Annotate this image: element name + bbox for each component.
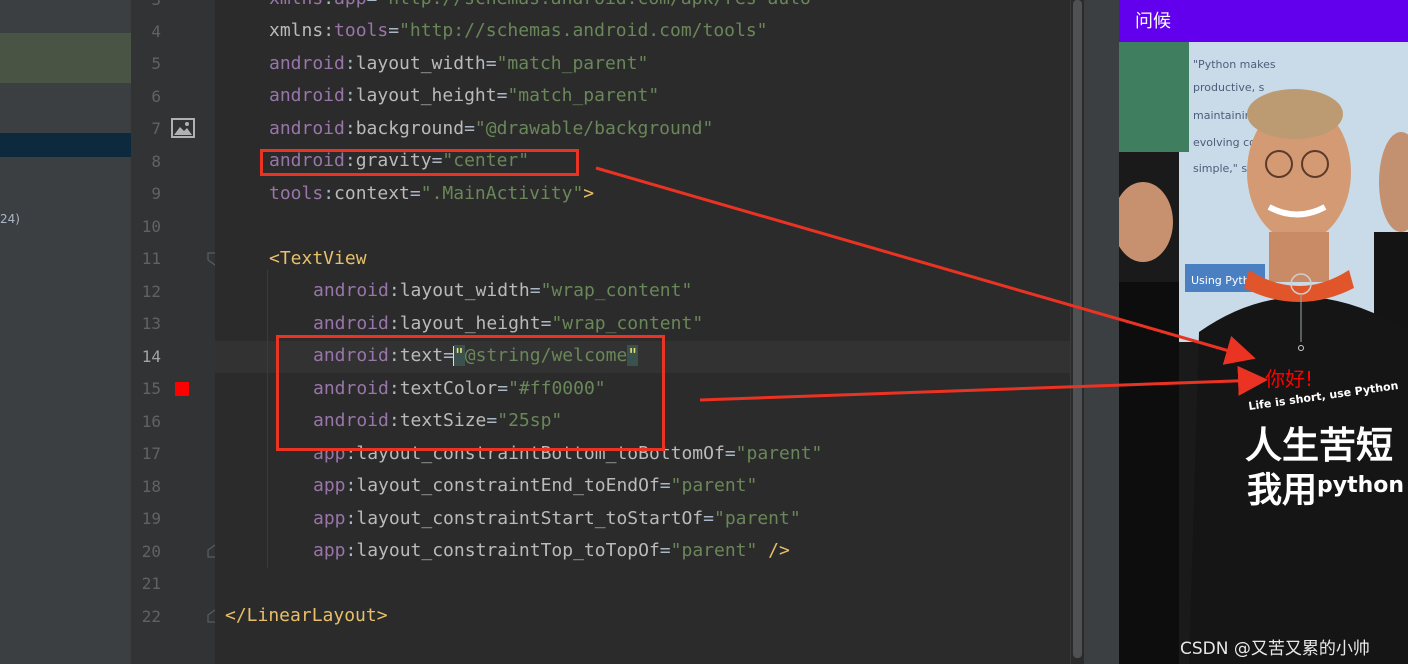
annotation-box-textview — [276, 335, 665, 451]
code-line: android:layout_height="match_parent" — [269, 85, 660, 106]
line-number: 8 — [151, 152, 161, 171]
code-line: app:layout_constraintEnd_toEndOf="parent… — [313, 475, 758, 496]
svg-text:productive, s: productive, s — [1193, 81, 1265, 94]
app-title: 问候 — [1135, 11, 1171, 32]
app-action-bar: 问候 — [1119, 0, 1408, 42]
color-swatch-icon[interactable] — [175, 382, 189, 396]
line-number: 20 — [141, 542, 161, 561]
line-number: 5 — [151, 54, 161, 73]
line-number: 15 — [141, 379, 161, 398]
line-number: 13 — [141, 314, 161, 333]
line-number: 10 — [141, 217, 161, 236]
code-line: android:layout_width="wrap_content" — [313, 280, 693, 301]
line-number: 17 — [141, 444, 161, 463]
code-line: <TextView — [269, 248, 367, 269]
svg-text:我用: 我用 — [1247, 471, 1317, 511]
line-number: 6 — [151, 87, 161, 106]
panel-fragment-text: 24) — [0, 212, 20, 226]
background-photo: "Python makes productive, s maintaining … — [1119, 42, 1408, 664]
indent-guide — [267, 270, 268, 568]
panel-row-selected[interactable] — [0, 133, 131, 157]
image-icon[interactable] — [171, 118, 195, 138]
line-number: 19 — [141, 509, 161, 528]
code-line: android:layout_height="wrap_content" — [313, 313, 704, 334]
code-line: tools:context=".MainActivity"> — [269, 183, 595, 204]
line-number: 11 — [141, 249, 161, 268]
line-number: 16 — [141, 412, 161, 431]
code-line: app:layout_constraintTop_toTopOf="parent… — [313, 540, 790, 561]
line-number: 3 — [131, 0, 161, 10]
device-preview: "Python makes productive, s maintaining … — [1119, 0, 1408, 664]
code-editor[interactable]: xmlns:app="http://schemas.android.com/ap… — [215, 0, 1070, 664]
code-line: xmlns:tools="http://schemas.android.com/… — [269, 20, 768, 41]
line-number: 7 — [151, 119, 161, 138]
code-line: </LinearLayout> — [225, 605, 388, 626]
code-line: app:layout_constraintStart_toStartOf="pa… — [313, 508, 801, 529]
annotation-box-gravity — [260, 149, 579, 176]
code-line: android:layout_width="match_parent" — [269, 53, 649, 74]
code-line: android:background="@drawable/background… — [269, 118, 714, 139]
line-number-current: 14 — [141, 347, 161, 366]
svg-text:人生苦短: 人生苦短 — [1245, 424, 1393, 467]
line-number: 9 — [151, 184, 161, 203]
scrollbar-thumb[interactable] — [1073, 0, 1082, 658]
line-number: 22 — [141, 607, 161, 626]
greeting-textview: 你好! — [1265, 367, 1314, 391]
line-number: 21 — [141, 574, 161, 593]
editor-scrollbar[interactable] — [1070, 0, 1085, 664]
panel-row-highlight[interactable] — [0, 33, 131, 83]
code-line: xmlns:app="http://schemas.android.com/ap… — [269, 0, 822, 10]
line-number: 18 — [141, 477, 161, 496]
line-number: 4 — [151, 22, 161, 41]
svg-text:python: python — [1317, 473, 1404, 498]
watermark: CSDN @又苦又累的小帅 — [1180, 639, 1370, 659]
svg-text:"Python makes: "Python makes — [1193, 58, 1276, 71]
line-gutter: 3 4 5 6 7 8 9 10 11 12 13 14 15 16 17 18… — [131, 0, 249, 664]
project-panel: 24) — [0, 0, 131, 664]
line-number: 12 — [141, 282, 161, 301]
